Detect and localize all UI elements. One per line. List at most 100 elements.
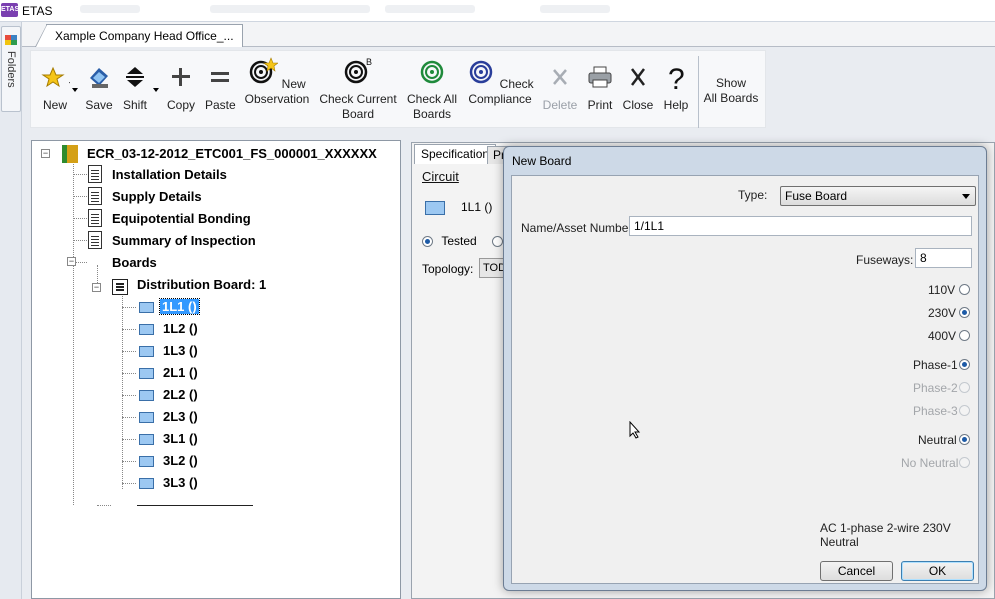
copy-label: Copy [166, 98, 195, 112]
tree-item-label: Supply Details [112, 189, 202, 204]
voltage-230v-radio[interactable] [959, 307, 970, 318]
tree-item-label: 3L1 () [163, 431, 198, 446]
circuit-link[interactable]: Circuit [422, 169, 459, 184]
no-neutral-label: No Neutral [901, 456, 959, 470]
show-all-boards-button[interactable]: Show All Boards [702, 76, 760, 106]
document-icon [88, 187, 102, 205]
fuseways-input[interactable]: 8 [915, 248, 972, 268]
new-label: New [42, 98, 67, 112]
tested-radio[interactable]: Tested [422, 234, 504, 248]
delete-button[interactable]: Delete [541, 62, 579, 113]
tab-label: Specification [421, 147, 490, 161]
folders-button[interactable]: Folders [1, 26, 21, 112]
delete-x-icon [553, 69, 567, 85]
check-current-board-button[interactable]: B Check Current Board [318, 56, 398, 122]
paste-button[interactable]: Paste [205, 62, 236, 113]
check-all-boards-button[interactable]: Check All Boards [404, 56, 460, 122]
circuit-icon [425, 201, 445, 215]
show-all-boards-label: Show All Boards [703, 76, 759, 105]
boards-expander[interactable]: − [67, 257, 76, 266]
voltage-110v-radio[interactable] [959, 284, 970, 295]
new-board-dialog: New Board Type: Fuse Board Name/Asset Nu… [503, 146, 987, 591]
tree-item-label: 2L1 () [163, 365, 198, 380]
shift-dropdown-arrow-icon[interactable] [153, 88, 159, 92]
navigation-tree-panel [31, 140, 401, 599]
board-icon [112, 279, 128, 295]
type-value: Fuse Board [785, 189, 848, 203]
tree-connector [122, 291, 123, 489]
help-button[interactable]: ? Help [660, 62, 692, 113]
type-label: Type: [738, 188, 768, 202]
spiral-green-icon [420, 60, 444, 84]
shift-button[interactable]: Shift [120, 62, 150, 113]
delete-label: Delete [542, 98, 578, 112]
no-neutral-radio[interactable] [959, 457, 970, 468]
chevron-down-icon [962, 194, 970, 199]
question-icon: ? [668, 63, 685, 96]
star-icon [41, 66, 73, 88]
tree-item-label: 3L3 () [163, 475, 198, 490]
new-observation-button[interactable]: New Observation [240, 56, 314, 107]
neutral-radio[interactable] [959, 434, 970, 445]
document-tab-label: Xample Company Head Office_... [55, 29, 234, 43]
tree-connector [97, 505, 111, 506]
circuit-icon [139, 434, 154, 445]
phase-3-radio[interactable] [959, 405, 970, 416]
tree-connector [73, 218, 87, 219]
document-icon [88, 231, 102, 249]
tree-item-label: Boards [112, 255, 157, 270]
tree-divider [137, 505, 253, 506]
tree-connector [73, 240, 87, 241]
tab-specification[interactable]: Specification [414, 144, 497, 164]
type-select[interactable]: Fuse Board [780, 186, 976, 206]
root-expander[interactable]: − [41, 149, 50, 158]
document-tab[interactable]: Xample Company Head Office_... [35, 24, 243, 47]
tree-item-label: 1L3 () [163, 343, 198, 358]
phase-1-label: Phase-1 [913, 358, 958, 372]
dialog-title: New Board [512, 154, 572, 168]
help-label: Help [663, 98, 689, 112]
neutral-label: Neutral [918, 433, 957, 447]
voltage-400v-label: 400V [928, 329, 957, 343]
new-button[interactable]: New [40, 62, 73, 113]
spiral-star-icon [250, 57, 280, 84]
topology-label: Topology: [422, 262, 474, 276]
close-button[interactable]: Close [622, 62, 654, 113]
ok-button[interactable]: OK [901, 561, 974, 581]
tree-root-label: ECR_03-12-2012_ETC001_FS_000001_XXXXXX [87, 146, 377, 161]
plus-icon [172, 68, 190, 86]
tree-connector [73, 196, 87, 197]
phase-1-radio[interactable] [959, 359, 970, 370]
cancel-button[interactable]: Cancel [820, 561, 893, 581]
folders-strip: Folders [0, 22, 22, 599]
new-dropdown-arrow-icon[interactable] [72, 88, 78, 92]
folders-icon [5, 35, 17, 45]
tree-item-label: 2L2 () [163, 387, 198, 402]
tree-item-label: Distribution Board: 1 [137, 277, 267, 292]
tree-item-label: 2L3 () [163, 409, 198, 424]
untested-radio[interactable] [492, 236, 504, 248]
circuit-icon [139, 456, 154, 467]
save-button[interactable]: Save [84, 62, 114, 113]
tree-item-label: 3L2 () [163, 453, 198, 468]
print-label: Print [587, 98, 613, 112]
equals-icon [211, 72, 229, 82]
voltage-230v-label: 230V [928, 306, 957, 320]
save-icon [90, 68, 108, 88]
board-expander[interactable]: − [92, 283, 101, 292]
copy-button[interactable]: Copy [166, 62, 196, 113]
fuseways-label: Fuseways: [856, 253, 914, 267]
paste-label: Paste [205, 98, 236, 112]
name-asset-input[interactable]: 1/1L1 [629, 216, 972, 236]
voltage-400v-radio[interactable] [959, 330, 970, 341]
phase-2-radio[interactable] [959, 382, 970, 393]
tree-connector [73, 155, 74, 505]
svg-text:B: B [366, 57, 372, 67]
document-tab-row: Xample Company Head Office_... [22, 22, 995, 47]
check-compliance-button[interactable]: Check Compliance [466, 56, 534, 107]
close-label: Close [622, 98, 654, 112]
print-button[interactable]: Print [584, 62, 616, 113]
dialog-body: Type: Fuse Board Name/Asset Number: 1/1L… [511, 175, 979, 584]
circuit-icon [139, 324, 154, 335]
spiral-b-icon: B [344, 57, 372, 84]
